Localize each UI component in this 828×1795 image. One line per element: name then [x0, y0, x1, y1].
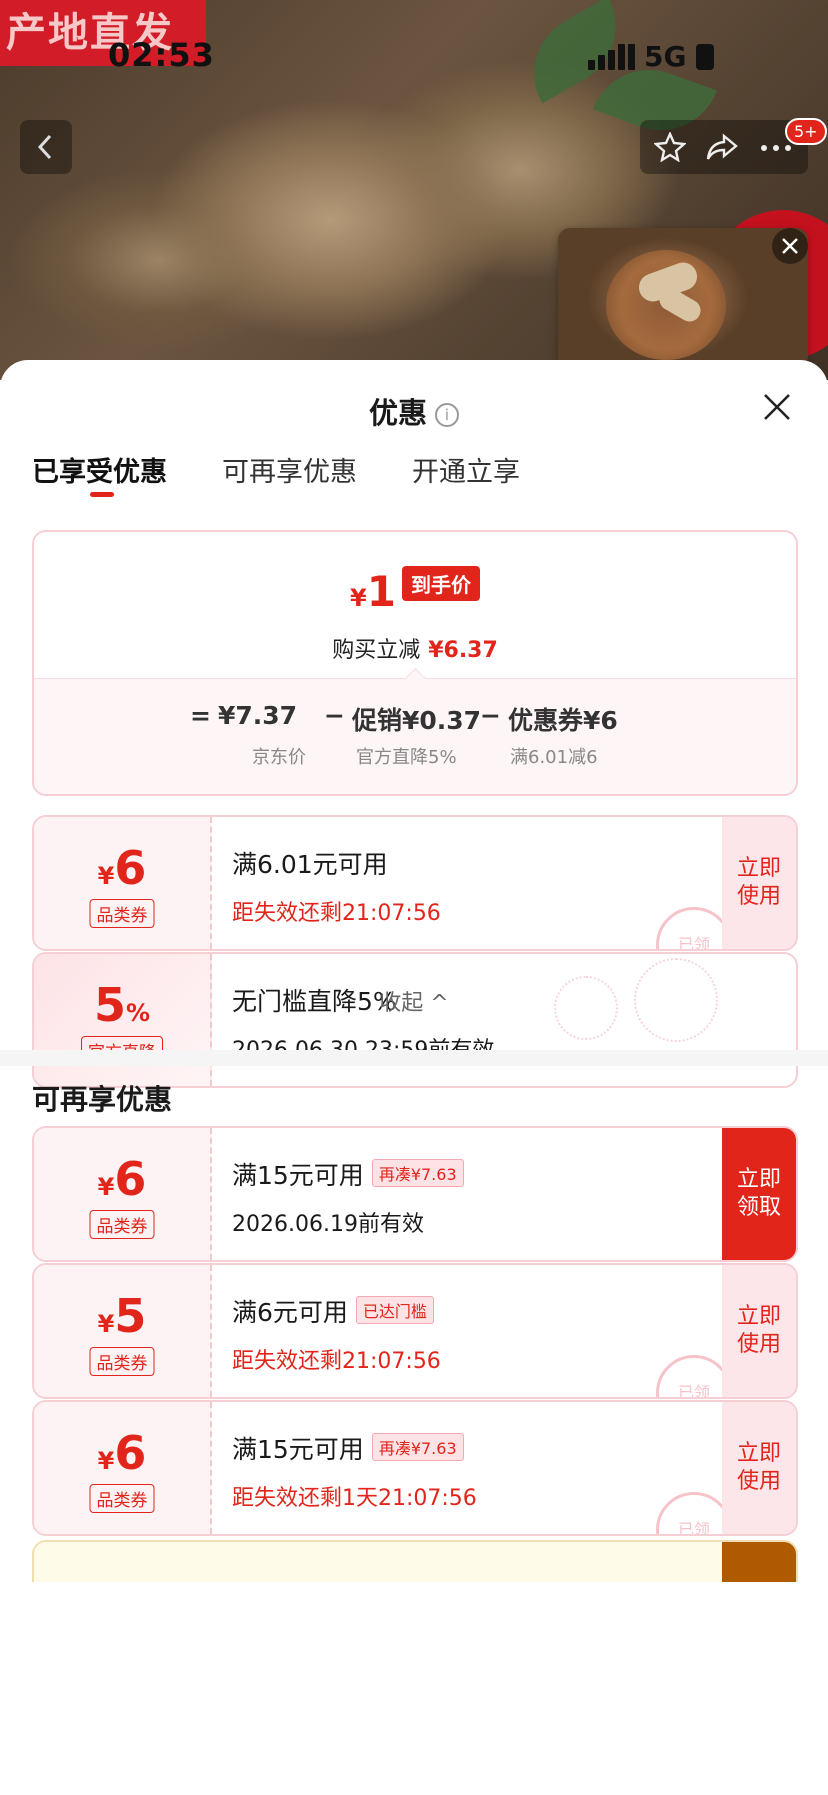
coupon-card[interactable]: ¥6 品类券 满15元可用 再凑¥7.63 距失效还剩1天21:07:56 已领 … [32, 1400, 798, 1536]
network-type: 5G [644, 40, 687, 73]
battery-icon [696, 44, 714, 70]
official-discount-card: 5% 官方直降 无门槛直降5% 2026.06.30 23:59前有效 [32, 952, 798, 1088]
sheet-title-text: 优惠 [368, 396, 427, 430]
coupon-condition: 满15元可用 [232, 1161, 364, 1190]
partial-action-button[interactable] [722, 1542, 796, 1582]
tab-indicator [90, 492, 114, 497]
coupon-currency: ¥ [97, 1310, 115, 1338]
final-price-tag: 到手价 [401, 566, 480, 601]
price-summary-card: ¥1 到手价 购买立减 ¥6.37 = ¥7.37 − 促销¥0.37 − 优惠券¥… [32, 530, 798, 796]
jd-price: ¥7.37 [218, 701, 298, 730]
tab-open-membership[interactable]: 开通立享 [412, 450, 520, 489]
status-time: 02:53 [108, 36, 215, 74]
tab-more-discounts[interactable]: 可再享优惠 [222, 450, 357, 489]
equals-sign: = [190, 701, 211, 730]
promo-label: 官方直降5% [356, 747, 457, 768]
partial-coupon-card[interactable] [32, 1540, 798, 1582]
coupon-condition: 满6元可用 [232, 1298, 348, 1327]
coupon-condition: 满6.01元可用 [232, 850, 388, 879]
reduction-value: ¥6.37 [428, 638, 498, 663]
use-coupon-button[interactable]: 立即 使用 [722, 1265, 796, 1397]
more-icon[interactable] [760, 144, 792, 152]
coupon-currency: ¥ [97, 1173, 115, 1201]
collapse-toggle[interactable]: 收起 ^ [0, 985, 828, 1017]
coupon-card[interactable]: ¥6 品类券 满6.01元可用 距失效还剩21:07:56 已领 立即 使用 [32, 815, 798, 951]
coupon-amount: 6 [114, 841, 147, 895]
coupon-gap-tag: 再凑¥7.63 [371, 1159, 464, 1187]
jd-price-label: 京东价 [252, 747, 306, 768]
promo-amount: 促销¥0.37 [352, 706, 482, 735]
final-price-value: 1 [366, 567, 396, 616]
chevron-left-icon [37, 134, 52, 160]
coupon-label: 满6.01减6 [510, 747, 598, 768]
coupon-type-badge: 品类券 [89, 1210, 155, 1239]
use-coupon-label: 立即 使用 [736, 1304, 781, 1357]
claim-coupon-button[interactable]: 立即 领取 [722, 1128, 796, 1260]
coupon-amount: 6 [114, 1426, 147, 1480]
section-title: 可再享优惠 [32, 1083, 173, 1116]
reduction-label: 购买立减 [332, 638, 421, 663]
coupon-type-badge: 品类券 [89, 1347, 155, 1376]
back-button[interactable] [20, 120, 72, 174]
coupon-validity: 2026.06.19前有效 [232, 1212, 424, 1237]
coupon-value-area: 5% 官方直降 [34, 954, 212, 1086]
use-coupon-label: 立即 使用 [736, 856, 781, 909]
coupon-value-area: ¥6 品类券 [34, 817, 212, 949]
share-icon[interactable] [706, 132, 738, 162]
status-bar: 02:53 5G [0, 0, 828, 110]
coupon-value-area: ¥5 品类券 [34, 1265, 212, 1397]
coupon-amount: 5 [114, 1289, 147, 1343]
coupon-condition: 满15元可用 [232, 1435, 364, 1464]
coupon-expiry-countdown: 距失效还剩21:07:56 [232, 901, 441, 926]
coupon-type-badge: 品类券 [89, 899, 155, 928]
close-icon[interactable] [762, 392, 792, 422]
price-breakdown: = ¥7.37 − 促销¥0.37 − 优惠券¥6 京东价 官方直降5% 满6.… [34, 678, 796, 794]
use-coupon-button[interactable]: 立即 使用 [722, 1402, 796, 1534]
instant-reduction: 购买立减 ¥6.37 [34, 632, 796, 664]
coupon-card[interactable]: ¥5 品类券 满6元可用 已达门槛 距失效还剩21:07:56 已领 立即 使用 [32, 1263, 798, 1399]
coupon-gap-tag: 再凑¥7.63 [371, 1433, 464, 1461]
currency-symbol: ¥ [350, 584, 367, 612]
use-coupon-button[interactable]: 立即 使用 [722, 817, 796, 949]
floating-video-window[interactable] [558, 228, 808, 368]
sheet-title: 优惠 i [0, 390, 828, 432]
coupon-expiry-countdown: 距失效还剩21:07:56 [232, 1349, 441, 1374]
minus-sign: − [480, 701, 501, 730]
use-coupon-label: 立即 使用 [736, 1441, 781, 1494]
star-icon[interactable] [654, 132, 686, 162]
notification-badge: 5+ [785, 118, 827, 145]
coupon-type-badge: 品类券 [89, 1484, 155, 1513]
coupon-currency: ¥ [97, 862, 115, 890]
info-icon[interactable]: i [435, 403, 459, 427]
coupon-card[interactable]: ¥6 品类券 满15元可用 再凑¥7.63 2026.06.19前有效 立即 领取 [32, 1126, 798, 1262]
coupon-threshold-tag: 已达门槛 [355, 1296, 434, 1324]
final-price: ¥1 到手价 [34, 566, 796, 616]
coupon-expiry-countdown: 距失效还剩1天21:07:56 [232, 1486, 477, 1511]
coupon-currency: ¥ [97, 1447, 115, 1475]
coupon-amount: 优惠券¥6 [508, 706, 618, 735]
discount-sheet: 优惠 i 已享受优惠 可再享优惠 开通立享 ¥1 到手价 购买立减 ¥6.37 = ¥… [0, 360, 828, 1795]
coupon-value-area: ¥6 品类券 [34, 1128, 212, 1260]
close-icon [782, 238, 798, 254]
coupon-amount: 6 [114, 1152, 147, 1206]
claim-coupon-label: 立即 领取 [736, 1167, 781, 1220]
tab-enjoyed[interactable]: 已享受优惠 [32, 450, 167, 489]
signal-icon [588, 44, 636, 70]
top-actions [640, 120, 808, 174]
close-video-button[interactable] [772, 228, 808, 264]
minus-sign: − [324, 701, 345, 730]
section-divider [0, 1050, 828, 1066]
coupon-value-area: ¥6 品类券 [34, 1402, 212, 1534]
